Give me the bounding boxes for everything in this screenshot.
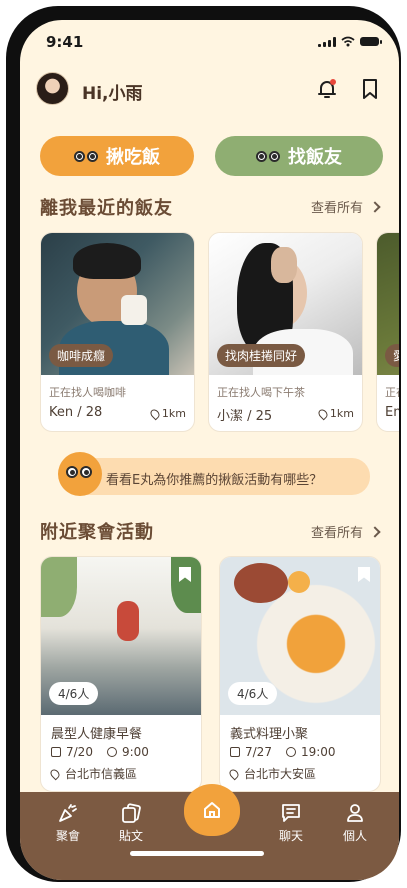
location-pin-icon [316,407,330,420]
home-indicator [130,851,264,856]
clock-icon [285,747,296,757]
nearby-events-see-all[interactable]: 查看所有 [310,522,381,541]
find-friend-button[interactable]: 找飯友 [215,136,383,176]
friend-status: 正在找人喝下午茶 [217,386,305,399]
bookmark-icon[interactable] [360,78,380,100]
calendar-icon [51,747,61,757]
friend-status: 正在 [385,386,399,399]
see-all-label: 查看所有 [310,201,363,216]
event-date: 7/20 [66,745,93,759]
nav-home[interactable] [184,784,240,836]
mascot-icon [58,452,102,496]
home-icon [204,802,220,818]
nav-gathering-label: 聚會 [55,829,80,843]
friend-name: Ken / 28 [49,405,103,420]
friend-photo: 咖啡成癮 [41,233,194,375]
mascot-eyes-icon [74,150,98,162]
event-location-value: 台北市信義區 [65,767,138,781]
event-photo: 4/6人 [41,557,201,715]
event-time: 19:00 [300,745,336,759]
chat-icon [282,804,300,822]
greeting: Hi,小雨 [82,84,143,104]
friend-photo: 找肉桂捲同好 [209,233,362,375]
friend-card[interactable]: 愛 正在 Em [376,232,399,432]
nav-profile[interactable]: 個人 [330,802,380,844]
friend-card[interactable]: 咖啡成癮 正在找人喝咖啡 Ken / 28 1km [40,232,195,432]
friend-tag: 咖啡成癮 [49,344,114,367]
nav-chat[interactable]: 聊天 [266,802,316,844]
status-icons [318,36,382,47]
nav-profile-label: 個人 [342,829,367,843]
distance-value: 1km [161,407,186,420]
signal-icon [318,36,336,47]
event-bookmark-icon[interactable] [358,567,370,582]
nav-posts[interactable]: 貼文 [106,802,156,844]
clock-icon [106,747,117,757]
event-location-value: 台北市大安區 [244,767,317,781]
party-popper-icon [59,804,77,822]
friend-name: 小潔 / 25 [217,409,273,424]
recommendation-banner[interactable]: 看看E丸為你推薦的揪飯活動有哪些？ [60,458,370,495]
nav-posts-label: 貼文 [118,829,143,843]
event-datetime: 7/27 19:00 [230,745,336,759]
phone-frame: 9:41 Hi,小雨 揪吃飯 找飯友 離我最近的飯友 查看所有 咖啡成癮 正在找… [6,6,401,882]
friend-tag: 愛 [385,344,399,367]
friend-distance: 1km [316,407,354,420]
event-location: 台北市大安區 [227,765,317,782]
event-card[interactable]: 4/6人 晨型人健康早餐 7/20 9:00 台北市信義區 [40,556,202,792]
find-meal-button[interactable]: 揪吃飯 [40,136,194,176]
find-friend-label: 找飯友 [288,147,342,168]
event-time: 9:00 [121,745,149,759]
participant-count: 4/6人 [228,682,278,705]
posts-icon [122,803,141,823]
location-pin-icon [148,407,162,420]
event-title: 晨型人健康早餐 [51,727,143,742]
friend-photo: 愛 [377,233,399,375]
nav-chat-label: 聊天 [278,829,303,843]
event-location: 台北市信義區 [48,765,138,782]
recommendation-text: 看看E丸為你推薦的揪飯活動有哪些？ [106,473,323,488]
location-pin-icon [48,767,62,780]
status-time: 9:41 [46,33,84,51]
event-datetime: 7/20 9:00 [51,745,149,759]
event-date: 7/27 [245,745,272,759]
nearby-friends-title: 離我最近的飯友 [40,198,173,219]
nearby-friends-see-all[interactable]: 查看所有 [310,197,381,216]
chevron-right-icon [369,200,381,213]
location-pin-icon [227,767,241,780]
chevron-right-icon [369,525,381,538]
see-all-label: 查看所有 [310,526,363,541]
nearby-events-title: 附近聚會活動 [40,522,154,543]
bottom-nav: 聚會 貼文 聊天 個人 [20,784,399,880]
event-photo: 4/6人 [220,557,380,715]
find-meal-label: 揪吃飯 [106,147,160,168]
participant-count: 4/6人 [49,682,99,705]
profile-icon [347,804,363,822]
event-title: 義式料理小聚 [230,727,309,742]
wifi-icon [341,36,355,47]
friend-card[interactable]: 找肉桂捲同好 正在找人喝下午茶 小潔 / 25 1km [208,232,363,432]
friend-distance: 1km [148,407,186,420]
mascot-eyes-icon [256,150,280,162]
calendar-icon [230,747,240,757]
nav-gathering[interactable]: 聚會 [43,802,93,844]
friend-status: 正在找人喝咖啡 [49,386,126,399]
avatar[interactable] [36,72,69,105]
notification-bell-icon[interactable] [316,78,338,100]
app-screen: 9:41 Hi,小雨 揪吃飯 找飯友 離我最近的飯友 查看所有 咖啡成癮 正在找… [20,20,399,880]
friend-name: Em [385,405,399,420]
distance-value: 1km [329,407,354,420]
event-card[interactable]: 4/6人 義式料理小聚 7/27 19:00 台北市大安區 [219,556,381,792]
battery-icon [360,37,382,46]
friend-tag: 找肉桂捲同好 [217,344,306,367]
